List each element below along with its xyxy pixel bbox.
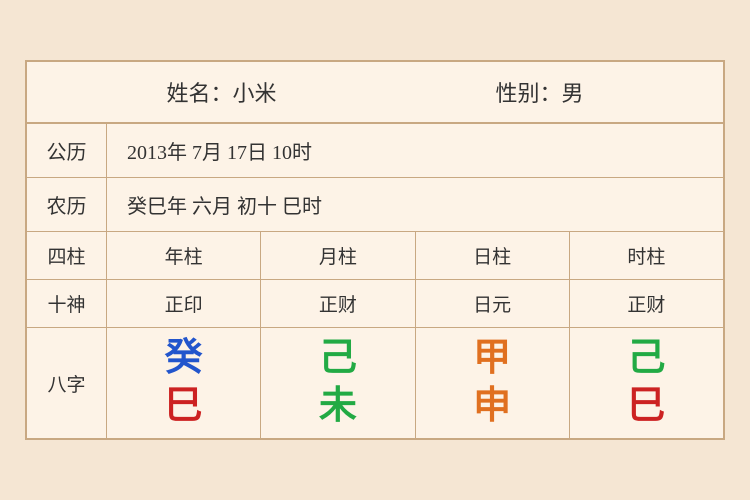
- bazhi-col-1: 己 未: [261, 328, 415, 438]
- solar-value: 2013年 7月 17日 10时: [107, 124, 723, 177]
- bazhi-col-0: 癸 巳: [107, 328, 261, 438]
- bazhi-1-top: 己: [319, 338, 357, 380]
- solar-label: 公历: [27, 124, 107, 177]
- pillars-row: 四柱 年柱 月柱 日柱 时柱: [27, 232, 723, 280]
- pillar-shi: 时柱: [570, 232, 723, 279]
- shishen-1: 正财: [261, 280, 415, 327]
- shishen-2: 日元: [416, 280, 570, 327]
- pillar-nian: 年柱: [107, 232, 261, 279]
- pillars-label: 四柱: [27, 232, 107, 279]
- shishen-label: 十神: [27, 280, 107, 327]
- gender-label: 性别：男: [495, 76, 583, 108]
- bazhi-row: 八字 癸 巳 己 未 甲 申 己 巳: [27, 328, 723, 438]
- solar-row: 公历 2013年 7月 17日 10时: [27, 124, 723, 178]
- main-table: 姓名：小米 性别：男 公历 2013年 7月 17日 10时 农历 癸巳年 六月…: [25, 60, 725, 440]
- name-label: 姓名：小米: [166, 76, 276, 108]
- lunar-row: 农历 癸巳年 六月 初十 巳时: [27, 178, 723, 232]
- bazhi-col-2: 甲 申: [416, 328, 570, 438]
- bazhi-0-bottom: 巳: [165, 386, 203, 428]
- bazhi-3-bottom: 巳: [627, 386, 665, 428]
- bazhi-2-top: 甲: [473, 338, 511, 380]
- shishen-row: 十神 正印 正财 日元 正财: [27, 280, 723, 328]
- shishen-3: 正财: [570, 280, 723, 327]
- pillar-yue: 月柱: [261, 232, 415, 279]
- bazhi-col-3: 己 巳: [570, 328, 723, 438]
- bazhi-3-top: 己: [627, 338, 665, 380]
- bazhi-1-bottom: 未: [319, 386, 357, 428]
- shishen-0: 正印: [107, 280, 261, 327]
- lunar-label: 农历: [27, 178, 107, 231]
- bazhi-label: 八字: [27, 328, 107, 438]
- pillar-ri: 日柱: [416, 232, 570, 279]
- bazhi-0-top: 癸: [165, 338, 203, 380]
- header-row: 姓名：小米 性别：男: [27, 62, 723, 124]
- lunar-value: 癸巳年 六月 初十 巳时: [107, 178, 723, 231]
- bazhi-2-bottom: 申: [473, 386, 511, 428]
